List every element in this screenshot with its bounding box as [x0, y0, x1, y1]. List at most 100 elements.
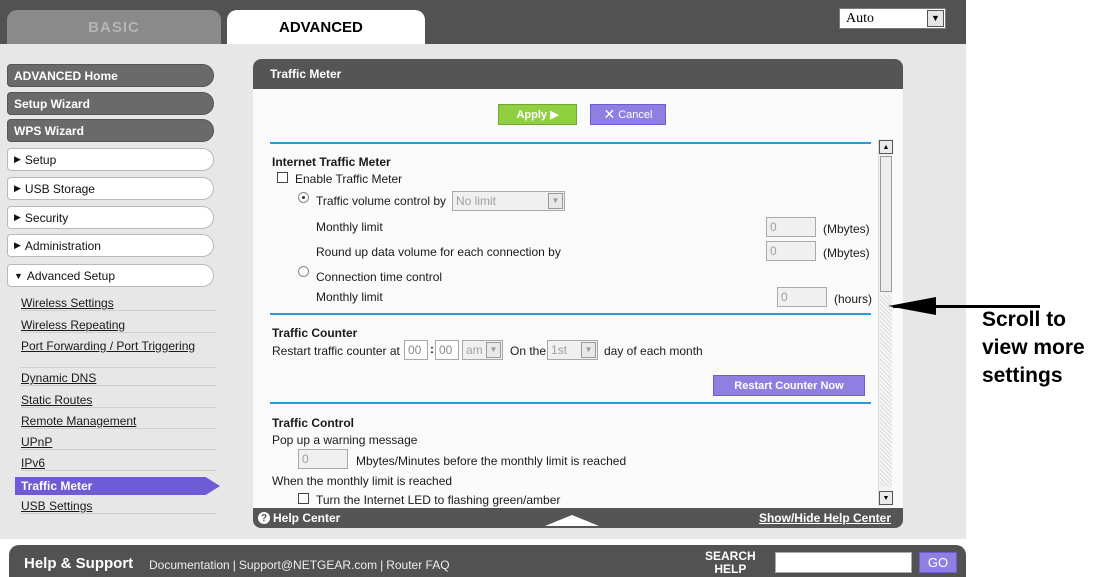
- chevron-down-icon[interactable]: ▼: [927, 10, 944, 27]
- tab-basic[interactable]: BASIC: [7, 10, 221, 44]
- restart-counter-now-button[interactable]: Restart Counter Now: [713, 375, 865, 396]
- scroll-down-icon[interactable]: ▼: [879, 491, 893, 505]
- help-support-title: Help & Support: [24, 555, 134, 572]
- triangle-right-icon: ▶: [14, 212, 21, 222]
- volume-control-radio[interactable]: [298, 192, 309, 203]
- nav-group-administration[interactable]: ▶ Administration: [7, 234, 214, 257]
- help-center-label: Help Center: [273, 511, 341, 525]
- nav-sub-traffic-meter-active[interactable]: Traffic Meter: [15, 477, 220, 495]
- triangle-right-icon: ▶: [14, 240, 21, 250]
- nav-sub-dynamic-dns[interactable]: Dynamic DNS: [21, 371, 216, 386]
- nav-group-usb-storage[interactable]: ▶ USB Storage: [7, 177, 214, 200]
- nav-sub-ipv6[interactable]: IPv6: [21, 456, 216, 471]
- apply-button[interactable]: Apply ▶: [498, 104, 577, 125]
- monthly-limit-label: Monthly limit: [316, 220, 383, 234]
- chevron-down-icon: ▼: [486, 342, 501, 358]
- cancel-label: Cancel: [618, 108, 653, 121]
- monthly-limit-input[interactable]: 0: [766, 217, 816, 237]
- settings-scroll-area[interactable]: Internet Traffic Meter Enable Traffic Me…: [253, 139, 878, 507]
- help-support-links: Documentation | Support@NETGEAR.com | Router…: [149, 558, 450, 572]
- round-up-unit: (Mbytes): [823, 246, 870, 260]
- when-reached-label: When the monthly limit is reached: [272, 474, 453, 488]
- callout-arrow-icon: [888, 297, 936, 315]
- panel-title: Traffic Meter: [253, 59, 903, 89]
- time-control-radio[interactable]: [298, 266, 309, 277]
- nav-group-setup[interactable]: ▶ Setup: [7, 148, 214, 171]
- round-up-input[interactable]: 0: [766, 241, 816, 261]
- search-label-line2: HELP: [714, 562, 747, 576]
- link-separator: |: [232, 558, 236, 572]
- support-email-link[interactable]: Support@NETGEAR.com: [239, 558, 377, 572]
- nav-sub-port-forwarding[interactable]: Port Forwarding / Port Triggering: [21, 339, 216, 368]
- restart-counter-label: Restart traffic counter at: [272, 344, 400, 358]
- cancel-button[interactable]: ✕ Cancel: [590, 104, 666, 125]
- nav-group-label: USB Storage: [24, 181, 95, 196]
- round-up-label: Round up data volume for each connection…: [316, 245, 561, 259]
- divider: [270, 402, 871, 404]
- nav-sub-usb-settings[interactable]: USB Settings: [21, 499, 216, 514]
- volume-control-value: No limit: [456, 194, 497, 208]
- enable-traffic-meter-checkbox[interactable]: [277, 172, 288, 183]
- nav-sub-static-routes[interactable]: Static Routes: [21, 393, 216, 408]
- scroll-up-icon[interactable]: ▲: [879, 140, 893, 154]
- time-limit-unit: (hours): [834, 292, 873, 306]
- close-icon: ✕: [603, 106, 616, 122]
- scrollbar-track[interactable]: [880, 295, 892, 487]
- on-the-label: On the: [510, 344, 547, 358]
- help-center-bar: ? Help Center Show/Hide Help Center: [253, 508, 903, 528]
- documentation-link[interactable]: Documentation: [149, 558, 230, 572]
- router-admin-frame: BASIC ADVANCED Auto ▼ ADVANCED Home Setu…: [0, 0, 966, 577]
- restart-hour-input[interactable]: 00: [404, 340, 428, 360]
- day-suffix-label: day of each month: [604, 344, 703, 358]
- question-icon: ?: [258, 512, 270, 524]
- popup-warning-label: Pop up a warning message: [272, 433, 418, 447]
- language-select-value: Auto: [846, 11, 874, 26]
- enable-traffic-meter-label: Enable Traffic Meter: [295, 172, 403, 186]
- nav-group-label: Setup: [24, 152, 57, 167]
- warning-value-input[interactable]: 0: [298, 449, 348, 469]
- language-select[interactable]: Auto ▼: [839, 8, 946, 29]
- internet-led-label: Turn the Internet LED to flashing green/…: [316, 493, 561, 507]
- restart-day-select[interactable]: 1st ▼: [547, 340, 598, 360]
- nav-sub-wireless-settings[interactable]: Wireless Settings: [21, 296, 216, 311]
- vertical-scrollbar[interactable]: ▲ ▼: [878, 139, 893, 507]
- nav-advanced-home[interactable]: ADVANCED Home: [7, 64, 214, 87]
- link-separator: |: [380, 558, 384, 572]
- time-control-label: Connection time control: [316, 270, 443, 284]
- help-support-bar: Help & Support Documentation | Support@NET…: [9, 545, 966, 577]
- time-limit-input[interactable]: 0: [777, 287, 827, 307]
- nav-group-advanced-setup[interactable]: ▼ Advanced Setup: [7, 264, 214, 287]
- top-tab-bar: BASIC ADVANCED Auto ▼: [0, 0, 966, 44]
- ampm-value: am: [466, 343, 483, 357]
- scrollbar-thumb[interactable]: [880, 156, 892, 292]
- nav-setup-wizard[interactable]: Setup Wizard: [7, 92, 214, 115]
- show-hide-help-center-link[interactable]: Show/Hide Help Center: [759, 511, 891, 525]
- callout-line1: Scroll to: [982, 308, 1067, 331]
- restart-ampm-select[interactable]: am ▼: [462, 340, 503, 360]
- expand-arrow-icon[interactable]: [545, 515, 599, 526]
- nav-group-security[interactable]: ▶ Security: [7, 206, 214, 229]
- divider: [270, 313, 871, 315]
- nav-sub-remote-management[interactable]: Remote Management: [21, 414, 216, 429]
- section-title-traffic-control: Traffic Control: [272, 416, 355, 430]
- volume-control-label: Traffic volume control by: [316, 194, 447, 208]
- nav-group-label: Administration: [24, 238, 101, 253]
- triangle-right-icon: ▶: [14, 183, 21, 193]
- restart-minute-input[interactable]: 00: [435, 340, 459, 360]
- chevron-down-icon: ▼: [581, 342, 596, 358]
- tab-advanced[interactable]: ADVANCED: [227, 10, 425, 44]
- nav-sub-upnp[interactable]: UPnP: [21, 435, 216, 450]
- internet-led-checkbox[interactable]: [298, 493, 309, 504]
- help-center-toggle[interactable]: ? Help Center: [258, 511, 340, 525]
- nav-sub-wireless-repeating[interactable]: Wireless Repeating: [21, 318, 216, 333]
- go-button[interactable]: GO: [919, 552, 957, 573]
- callout-line3: settings: [982, 364, 1063, 387]
- day-value: 1st: [551, 343, 568, 357]
- content-panel: Traffic Meter Apply ▶ ✕ Cancel Internet …: [253, 59, 903, 528]
- search-help-label: SEARCH HELP: [705, 550, 756, 576]
- search-help-input[interactable]: [775, 552, 912, 573]
- nav-wps-wizard[interactable]: WPS Wizard: [7, 119, 214, 142]
- volume-control-select[interactable]: No limit ▼: [452, 191, 565, 211]
- router-faq-link[interactable]: Router FAQ: [386, 558, 449, 572]
- chevron-down-icon: ▼: [548, 193, 563, 209]
